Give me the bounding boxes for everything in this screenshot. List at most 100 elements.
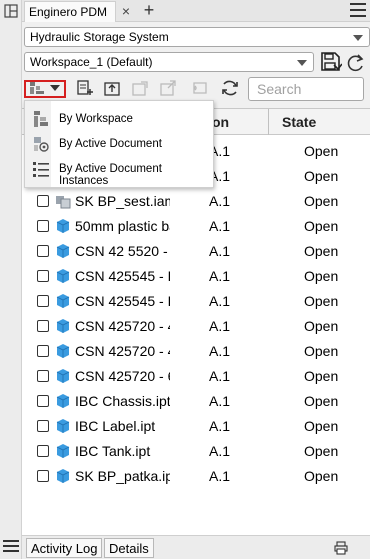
part-icon (56, 444, 70, 458)
tab-details-label: Details (109, 540, 149, 556)
row-checkbox[interactable] (37, 245, 49, 257)
row-checkbox[interactable] (37, 270, 49, 282)
part-icon (56, 344, 70, 358)
menu-item-label: By Workspace (59, 113, 133, 125)
panel-toggle-icon[interactable] (4, 4, 18, 18)
check-in-button[interactable] (190, 78, 210, 98)
search-input[interactable] (248, 77, 364, 101)
chevron-down-icon (297, 60, 307, 66)
row-state: Open (304, 343, 339, 359)
table-row[interactable]: CSN 42 5520 - 6 A.1 Open (22, 239, 370, 264)
row-checkbox[interactable] (37, 220, 49, 232)
workspace-tree-icon (34, 111, 48, 127)
external-link-button[interactable] (158, 78, 178, 98)
view-mode-menu: By Workspace By Active Document By Activ… (24, 100, 214, 188)
row-revision: A.1 (209, 343, 231, 359)
external-link-icon (160, 80, 176, 96)
add-document-button[interactable] (74, 78, 94, 98)
tab-details[interactable]: Details (104, 538, 154, 558)
table-row[interactable]: SK BP_patka.ipt A.1 Open (22, 464, 370, 489)
column-header-state[interactable]: State (282, 114, 316, 130)
menu-item-by-active-document[interactable]: By Active Document (25, 132, 213, 157)
row-state: Open (304, 368, 339, 384)
active-document-icon (34, 137, 49, 152)
workspace-select[interactable]: Workspace_1 (Default) (24, 52, 314, 72)
row-name: CSN 42 5520 - 6 (75, 243, 170, 259)
table-row[interactable]: IBC Chassis.ipt A.1 Open (22, 389, 370, 414)
row-revision: A.1 (209, 193, 231, 209)
row-name: CSN 425720 - 4 (75, 343, 170, 359)
table-row[interactable]: CSN 425720 - 4 A.1 Open (22, 339, 370, 364)
open-document-icon (132, 81, 148, 96)
save-workspace-icon[interactable] (320, 51, 342, 73)
row-state: Open (304, 443, 339, 459)
row-checkbox[interactable] (37, 320, 49, 332)
row-state: Open (304, 143, 339, 159)
print-icon[interactable] (334, 541, 348, 555)
row-name: IBC Label.ipt (75, 418, 156, 434)
row-revision: A.1 (209, 368, 231, 384)
row-state: Open (304, 418, 339, 434)
menu-item-label: By Active Document Instances (59, 163, 162, 187)
row-checkbox[interactable] (37, 470, 49, 482)
row-checkbox[interactable] (37, 345, 49, 357)
add-tab-icon[interactable]: + (140, 1, 158, 20)
open-button[interactable] (130, 78, 150, 98)
upload-button[interactable] (102, 78, 122, 98)
row-checkbox[interactable] (37, 195, 49, 207)
menu-icon[interactable] (3, 539, 19, 553)
row-state: Open (304, 318, 339, 334)
row-revision: A.1 (209, 443, 231, 459)
menu-icon[interactable] (350, 3, 366, 17)
view-mode-dropdown[interactable] (48, 78, 62, 98)
part-icon (56, 319, 70, 333)
table-row[interactable]: CSN 425720 - 4 A.1 Open (22, 314, 370, 339)
workspace-tree-icon (30, 82, 44, 94)
row-name: SK BP_patka.ipt (75, 468, 170, 484)
tab-bar: Enginero PDM × + (22, 0, 370, 22)
row-revision: A.1 (209, 243, 231, 259)
row-revision: A.1 (209, 293, 231, 309)
row-name: CSN 425720 - 6 (75, 368, 170, 384)
menu-item-by-workspace[interactable]: By Workspace (25, 107, 213, 132)
menu-item-label: By Active Document (59, 138, 162, 150)
table-row[interactable]: SK BP_sest.iam A.1 Open (22, 189, 370, 214)
row-checkbox[interactable] (37, 295, 49, 307)
refresh-workspace-icon[interactable] (346, 53, 366, 73)
row-checkbox[interactable] (37, 445, 49, 457)
row-revision: A.1 (209, 268, 231, 284)
check-in-icon (193, 82, 207, 94)
refresh-button[interactable] (220, 78, 240, 98)
project-select-value: Hydraulic Storage System (30, 30, 169, 44)
row-checkbox[interactable] (37, 420, 49, 432)
close-tab-icon[interactable]: × (118, 3, 134, 19)
row-checkbox[interactable] (37, 395, 49, 407)
row-name: IBC Tank.ipt (75, 443, 151, 459)
part-icon (56, 219, 70, 233)
column-separator[interactable] (268, 109, 269, 135)
table-row[interactable]: CSN 425545 - L A.1 Open (22, 289, 370, 314)
row-state: Open (304, 268, 339, 284)
table-row[interactable]: IBC Tank.ipt A.1 Open (22, 439, 370, 464)
column-header-revision[interactable]: on (212, 114, 229, 130)
row-revision: A.1 (209, 418, 231, 434)
row-checkbox[interactable] (37, 370, 49, 382)
table-row[interactable]: 50mm plastic ba A.1 Open (22, 214, 370, 239)
part-icon (56, 269, 70, 283)
row-state: Open (304, 243, 339, 259)
table-row[interactable]: IBC Label.ipt A.1 Open (22, 414, 370, 439)
menu-item-by-active-document-instances[interactable]: By Active Document Instances (25, 157, 213, 187)
table-row[interactable]: CSN 425545 - L A.1 Open (22, 264, 370, 289)
tab-activity-log[interactable]: Activity Log (26, 538, 103, 558)
part-icon (56, 244, 70, 258)
project-select[interactable]: Hydraulic Storage System (24, 27, 370, 47)
refresh-icon (222, 80, 238, 96)
row-state: Open (304, 293, 339, 309)
table-row[interactable]: CSN 425720 - 6 A.1 Open (22, 364, 370, 389)
assembly-icon (56, 196, 71, 209)
view-mode-button[interactable] (27, 78, 47, 98)
tab-enginero-pdm[interactable]: Enginero PDM (24, 1, 116, 22)
row-revision: A.1 (209, 218, 231, 234)
row-state: Open (304, 468, 339, 484)
left-panel-strip (0, 0, 22, 559)
